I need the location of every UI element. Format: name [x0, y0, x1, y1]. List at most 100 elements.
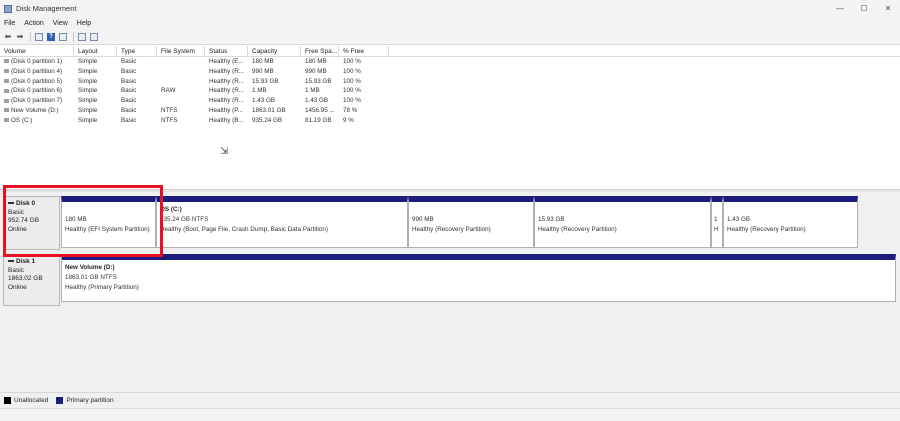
volume-cell: Basic — [121, 116, 137, 124]
menu-file[interactable]: File — [4, 20, 15, 27]
volume-icon — [4, 88, 9, 93]
partition-size: 935.24 GB NTFS — [160, 216, 209, 223]
column-header-capacity[interactable]: Capacity — [248, 46, 301, 56]
volume-cell: 935.24 GB — [252, 116, 283, 124]
volume-icon — [4, 98, 9, 103]
volume-row[interactable]: (Disk 0 partition 6) Simple Basic RAW Health… — [0, 86, 900, 96]
disk-0-status: Online — [8, 225, 27, 233]
column-header-free-space[interactable]: Free Spa... — [301, 46, 339, 56]
volume-cell: Simple — [78, 106, 98, 114]
volume-cell: 1.43 GB — [305, 97, 329, 105]
toolbar-separator — [73, 31, 74, 42]
window-title: Disk Management — [16, 4, 77, 13]
partition-status: Healthy (Boot, Page File, Crash Dump, Ba… — [160, 226, 328, 233]
volume-cell: (Disk 0 partition 5) — [0, 77, 74, 87]
disk-1-partition-new-volume[interactable]: New Volume (D:) 1863.01 GB NTFS Healthy … — [61, 254, 896, 302]
disk-0-partition-5[interactable]: 15.93 GB Healthy (Recovery Partition) — [534, 196, 711, 248]
disk-0-partition-os[interactable]: OS (C:) 935.24 GB NTFS Healthy (Boot, Pa… — [156, 196, 408, 248]
minimize-button[interactable]: — — [828, 0, 852, 17]
volume-cell: Healthy (R... — [209, 87, 244, 95]
partition-size: 15.93 GB — [538, 216, 565, 223]
column-header-layout[interactable]: Layout — [74, 46, 117, 56]
volume-cell: (Disk 0 partition 6) — [0, 86, 74, 96]
volume-name: (Disk 0 partition 4) — [11, 67, 63, 75]
volume-cell: Healthy (R... — [209, 77, 244, 85]
help-icon[interactable]: ? — [46, 32, 56, 42]
forward-icon[interactable]: ➡ — [15, 32, 25, 42]
status-bar — [0, 408, 900, 421]
disk-0-label[interactable]: Disk 0 Basic 952.74 GB Online — [3, 196, 60, 250]
disk-0-partition-7[interactable]: 1.43 GB Healthy (Recovery Partition) — [723, 196, 858, 248]
volume-cell: Simple — [78, 97, 98, 105]
volume-name: (Disk 0 partition 1) — [11, 58, 63, 65]
column-header-status[interactable]: Status — [205, 46, 248, 56]
volume-cell: 990 MB — [252, 67, 274, 75]
volume-cell: New Volume (D:) — [0, 106, 74, 116]
volume-row[interactable]: (Disk 0 partition 4) Simple Basic Healthy (… — [0, 67, 900, 77]
window-controls: — ☐ ✕ — [828, 0, 900, 17]
column-header-type[interactable]: Type — [117, 46, 157, 56]
settings-icon[interactable] — [77, 32, 87, 42]
volume-cell: NTFS — [161, 116, 178, 124]
volume-list: Volume Layout Type File System Status Ca… — [0, 46, 900, 190]
partition-name: New Volume (D:) — [65, 264, 115, 271]
volume-cell: Basic — [121, 106, 137, 114]
volume-cell — [157, 67, 205, 77]
volume-cell: Basic — [121, 67, 137, 75]
volume-name: (Disk 0 partition 6) — [11, 87, 63, 95]
volume-cell: 1863.01 GB — [252, 106, 286, 114]
maximize-button[interactable]: ☐ — [852, 0, 876, 17]
toolbar: ⬅ ➡ ? — [0, 29, 900, 45]
volume-icon — [4, 59, 9, 64]
disk-0-partition-6[interactable]: 1 H — [711, 196, 723, 248]
more-icon[interactable] — [89, 32, 99, 42]
volume-row[interactable]: New Volume (D:) Simple Basic NTFS Healthy (P… — [0, 106, 900, 116]
disk-graphical-view: Disk 0 Basic 952.74 GB Online 180 MB Hea… — [0, 192, 900, 392]
volume-row[interactable]: (Disk 0 partition 5) Simple Basic Healthy (… — [0, 77, 900, 87]
volume-cell: Healthy (R... — [209, 67, 244, 75]
volume-row[interactable]: (Disk 0 partition 7) Simple Basic Healthy (… — [0, 96, 900, 106]
volume-cell: Simple — [78, 77, 98, 85]
volume-cell: 180 MB — [252, 58, 274, 65]
disk-1-label[interactable]: Disk 1 Basic 1863.02 GB Online — [3, 254, 60, 306]
volume-row[interactable]: (Disk 0 partition 1) Simple Basic Healthy (… — [0, 57, 900, 67]
volume-name: (Disk 0 partition 5) — [11, 77, 63, 85]
toolbar-separator — [30, 31, 31, 42]
properties-icon[interactable] — [34, 32, 44, 42]
disk-0-partition-4[interactable]: 990 MB Healthy (Recovery Partition) — [408, 196, 534, 248]
volume-name: New Volume (D:) — [11, 106, 59, 114]
column-header-file-system[interactable]: File System — [157, 46, 205, 56]
volume-cell: Healthy (R... — [209, 97, 244, 105]
legend: Unallocated Primary partition — [0, 392, 900, 408]
partition-status: Healthy (EFI System Partition) — [65, 226, 150, 233]
close-button[interactable]: ✕ — [876, 0, 900, 17]
title-bar: Disk Management — ☐ ✕ — [0, 0, 900, 17]
column-header-percent-free[interactable]: % Free — [339, 46, 389, 56]
disk-0-partition-1[interactable]: 180 MB Healthy (EFI System Partition) — [61, 196, 156, 248]
volume-cell: Basic — [121, 87, 137, 95]
volume-name: (Disk 0 partition 7) — [11, 97, 63, 105]
volume-cell: 100 % — [343, 97, 361, 105]
menu-view[interactable]: View — [53, 20, 68, 27]
disk-icon — [8, 202, 14, 205]
column-header-volume[interactable]: Volume — [0, 46, 74, 56]
mouse-cursor-icon: ⇲ — [220, 146, 229, 157]
volume-cell: Healthy (P... — [209, 106, 243, 114]
volume-cell: 9 % — [343, 116, 354, 124]
disk-management-app-icon — [4, 4, 12, 13]
disk-0-size: 952.74 GB — [8, 217, 40, 224]
rescan-icon[interactable] — [58, 32, 68, 42]
volume-cell — [157, 77, 205, 87]
volume-cell: 1.43 GB — [252, 97, 276, 105]
volume-cell: (Disk 0 partition 7) — [0, 96, 74, 106]
volume-row[interactable]: OS (C:) Simple Basic NTFS Healthy (B... 935.2… — [0, 116, 900, 126]
partition-size: 180 MB — [65, 216, 87, 223]
volume-cell: 1 MB — [252, 87, 267, 95]
volume-cell: 81.19 GB — [305, 116, 332, 124]
volume-cell: 78 % — [343, 106, 358, 114]
back-icon[interactable]: ⬅ — [3, 32, 13, 42]
menu-action[interactable]: Action — [24, 20, 43, 27]
menu-help[interactable]: Help — [77, 20, 91, 27]
volume-list-header: Volume Layout Type File System Status Ca… — [0, 46, 900, 57]
partition-status: H — [714, 226, 719, 233]
